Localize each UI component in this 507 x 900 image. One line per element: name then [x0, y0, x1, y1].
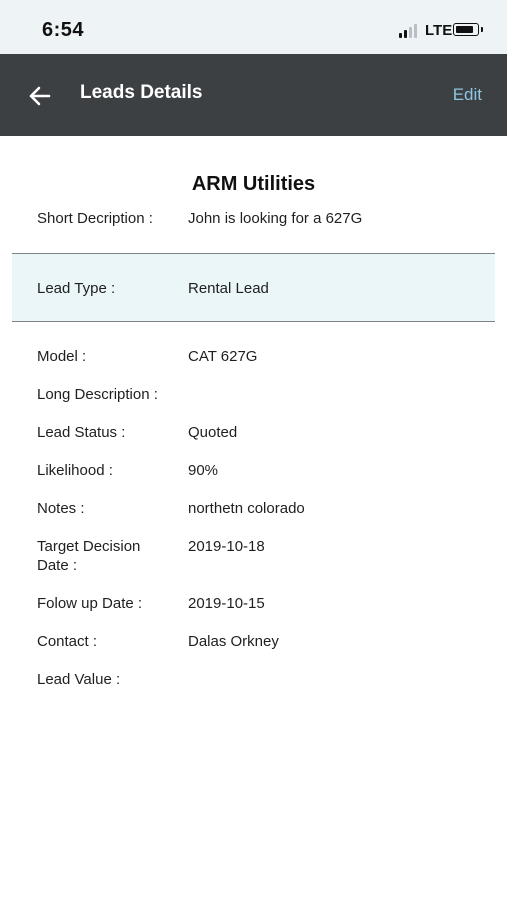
signal-bars-icon — [399, 24, 421, 38]
short-description-label: Short Decription : — [37, 210, 153, 227]
status-time: 6:54 — [42, 19, 85, 41]
likelihood-value: 90% — [188, 462, 219, 479]
network-type: LTE — [425, 22, 453, 39]
target-decision-date-label: Target Decision Date : — [37, 538, 141, 574]
model-value: CAT 627G — [188, 348, 258, 365]
notes-label: Notes : — [37, 500, 85, 517]
arrow-left-icon — [29, 86, 51, 106]
status-bar: 6:54 LTE — [0, 0, 507, 54]
lead-status-label: Lead Status : — [37, 424, 126, 441]
contact-label: Contact : — [37, 633, 98, 650]
follow-up-date-value: 2019-10-15 — [188, 595, 265, 612]
long-description-label: Long Description : — [37, 386, 158, 403]
target-decision-date-value: 2019-10-18 — [188, 538, 265, 555]
back-button[interactable] — [24, 80, 56, 112]
lead-status-value: Quoted — [188, 424, 238, 441]
company-name: ARM Utilities — [191, 173, 316, 195]
notes-value: northetn colorado — [188, 500, 305, 517]
lead-type-value: Rental Lead — [188, 280, 269, 297]
battery-icon — [453, 23, 479, 36]
likelihood-label: Likelihood : — [37, 462, 113, 479]
app-header: Leads Details Edit — [0, 54, 507, 136]
battery-nub — [481, 27, 483, 32]
model-label: Model : — [37, 348, 87, 365]
contact-value[interactable]: Dalas Orkney — [188, 632, 279, 651]
short-description-value: John is looking for a 627G — [188, 210, 363, 227]
follow-up-date-label: Folow up Date : — [37, 595, 143, 612]
edit-button[interactable]: Edit — [453, 85, 482, 105]
lead-type-label: Lead Type : — [37, 280, 116, 297]
lead-value-label: Lead Value : — [37, 671, 121, 688]
battery-level — [455, 25, 473, 33]
page-title: Leads Details — [80, 82, 203, 103]
